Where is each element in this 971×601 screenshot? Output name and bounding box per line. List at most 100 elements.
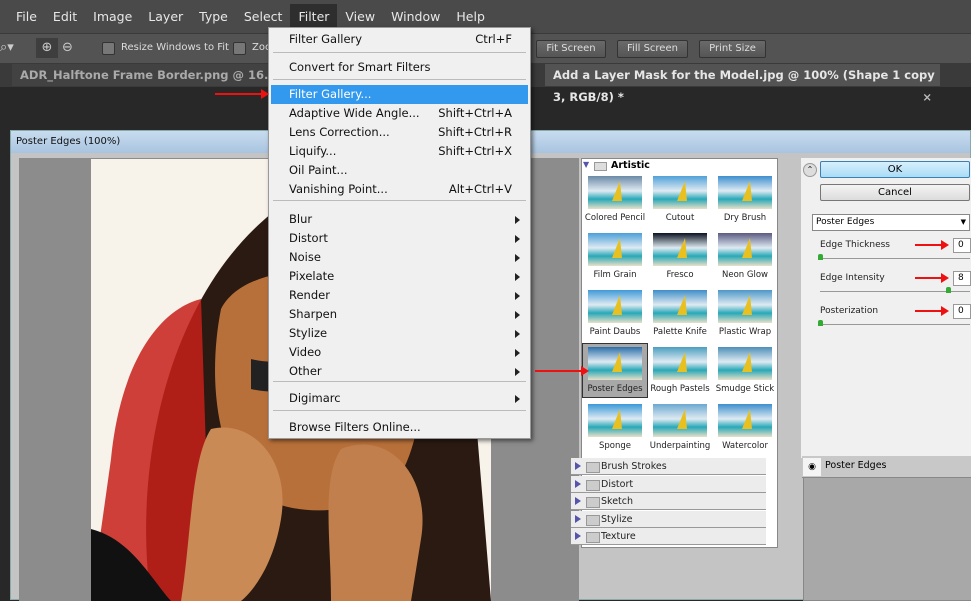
zoom-all-checkbox[interactable] <box>233 42 246 55</box>
fit-screen-button[interactable]: Fit Screen <box>536 40 606 58</box>
close-icon[interactable]: × <box>922 86 932 108</box>
menu-item-sharpen[interactable]: Sharpen <box>271 305 528 324</box>
menu-image[interactable]: Image <box>85 4 140 30</box>
menu-item-other[interactable]: Other <box>271 362 528 381</box>
filter-select[interactable]: Poster Edges ▼ <box>812 214 970 231</box>
filter-thumbnail-paint-daubs[interactable] <box>588 290 642 323</box>
menu-item-distort[interactable]: Distort <box>271 229 528 248</box>
param-value-input[interactable]: 8 <box>953 271 971 286</box>
menu-item-label: Distort <box>289 231 328 245</box>
sailboat-icon <box>742 409 752 429</box>
filter-thumbnail-palette-knife[interactable] <box>653 290 707 323</box>
category-texture[interactable]: Texture <box>571 528 766 545</box>
param-value-input[interactable]: 0 <box>953 238 971 253</box>
filter-thumbnail-colored-pencil[interactable] <box>588 176 642 209</box>
filter-label: Watercolor <box>722 441 768 451</box>
menu-item-vanishing-point[interactable]: Vanishing Point... Alt+Ctrl+V <box>271 180 528 199</box>
menu-item-label: Blur <box>289 212 313 226</box>
menu-select[interactable]: Select <box>236 4 291 30</box>
filter-thumbnail-dry-brush[interactable] <box>718 176 772 209</box>
filter-thumbnail-plastic-wrap[interactable] <box>718 290 772 323</box>
submenu-arrow-icon <box>515 235 520 243</box>
menu-item-noise[interactable]: Noise <box>271 248 528 267</box>
menu-item-lens-correction[interactable]: Lens Correction... Shift+Ctrl+R <box>271 123 528 142</box>
param-label: Posterization <box>820 306 879 316</box>
menu-edit[interactable]: Edit <box>45 4 85 30</box>
menu-separator <box>273 200 526 201</box>
submenu-arrow-icon <box>515 330 520 338</box>
menu-item-adaptive-wide-angle[interactable]: Adaptive Wide Angle... Shift+Ctrl+A <box>271 104 528 123</box>
menu-item-filter-gallery[interactable]: Filter Gallery... <box>271 85 528 104</box>
menu-filter[interactable]: Filter <box>290 3 338 30</box>
collapse-icon[interactable]: ⌃ <box>803 163 817 177</box>
slider-handle[interactable] <box>818 254 823 260</box>
slider-handle[interactable] <box>818 320 823 326</box>
menu-item-stylize[interactable]: Stylize <box>271 324 528 343</box>
menu-item-video[interactable]: Video <box>271 343 528 362</box>
layer-row[interactable]: ◉ Poster Edges <box>802 456 971 478</box>
param-slider[interactable] <box>820 324 970 325</box>
folder-icon <box>594 162 607 171</box>
category-sketch[interactable]: Sketch <box>571 493 766 510</box>
menu-item-browse-filters-online[interactable]: Browse Filters Online... <box>271 418 528 437</box>
menu-separator <box>273 52 526 53</box>
menu-item-label: Sharpen <box>289 307 338 321</box>
sailboat-icon <box>742 181 752 201</box>
filter-thumbnail-sponge[interactable] <box>588 404 642 437</box>
filter-thumbnail-watercolor[interactable] <box>718 404 772 437</box>
menu-item-filter-gallery[interactable]: Filter Gallery Ctrl+F <box>271 30 528 49</box>
filter-thumbnail-smudge-stick[interactable] <box>718 347 772 380</box>
menu-item-label: Adaptive Wide Angle... <box>289 106 420 120</box>
menu-item-pixelate[interactable]: Pixelate <box>271 267 528 286</box>
slider-handle[interactable] <box>946 287 951 293</box>
menu-type[interactable]: Type <box>191 4 236 30</box>
param-slider[interactable] <box>820 258 970 259</box>
zoom-tool-icon[interactable]: ⌕▾ <box>0 40 14 55</box>
menu-item-blur[interactable]: Blur <box>271 210 528 229</box>
menu-file[interactable]: File <box>8 4 45 30</box>
param-value-input[interactable]: 0 <box>953 304 971 319</box>
category-brush-strokes[interactable]: Brush Strokes <box>571 458 766 475</box>
sailboat-icon <box>742 352 752 372</box>
filter-thumbnail-underpainting[interactable] <box>653 404 707 437</box>
resize-windows-checkbox[interactable] <box>102 42 115 55</box>
menu-item-liquify[interactable]: Liquify... Shift+Ctrl+X <box>271 142 528 161</box>
filter-thumbnail-poster-edges[interactable] <box>588 347 642 380</box>
menu-item-oil-paint[interactable]: Oil Paint... <box>271 161 528 180</box>
filter-thumbnail-cutout[interactable] <box>653 176 707 209</box>
filter-thumbnail-neon-glow[interactable] <box>718 233 772 266</box>
tab-layer-mask[interactable]: Add a Layer Mask for the Model.jpg @ 100… <box>545 64 940 104</box>
category-artistic[interactable]: ▼ Artistic <box>583 160 650 171</box>
filter-thumbnail-film-grain[interactable] <box>588 233 642 266</box>
filter-thumbnail-fresco[interactable] <box>653 233 707 266</box>
filter-label: Neon Glow <box>722 270 768 280</box>
filter-thumbnail-rough-pastels[interactable] <box>653 347 707 380</box>
zoom-out-icon[interactable]: ⊖ <box>62 38 73 58</box>
menu-layer[interactable]: Layer <box>140 4 191 30</box>
filter-select-value: Poster Edges <box>816 217 875 227</box>
sailboat-icon <box>612 409 622 429</box>
fill-screen-button[interactable]: Fill Screen <box>617 40 688 58</box>
param-label: Edge Thickness <box>820 240 890 250</box>
filter-label: Smudge Stick <box>715 384 775 394</box>
category-stylize[interactable]: Stylize <box>571 510 766 528</box>
cancel-button[interactable]: Cancel <box>820 184 970 201</box>
submenu-arrow-icon <box>515 349 520 357</box>
sailboat-icon <box>612 238 622 258</box>
menu-item-digimarc[interactable]: Digimarc <box>271 389 528 408</box>
filter-label: Poster Edges <box>587 384 643 394</box>
arrow-annotation <box>915 240 949 250</box>
menu-window[interactable]: Window <box>383 4 448 30</box>
ok-button[interactable]: OK <box>820 161 970 178</box>
filter-label: Underpainting <box>649 441 711 451</box>
menu-view[interactable]: View <box>337 4 383 30</box>
menu-help[interactable]: Help <box>448 4 493 30</box>
category-distort[interactable]: Distort <box>571 475 766 493</box>
menu-item-render[interactable]: Render <box>271 286 528 305</box>
menu-item-label: Filter Gallery... <box>289 87 372 101</box>
menu-item-convert-for-smart-filters[interactable]: Convert for Smart Filters <box>271 58 528 77</box>
print-size-button[interactable]: Print Size <box>699 40 766 58</box>
zoom-in-icon[interactable]: ⊕ <box>36 38 58 58</box>
layer-name: Poster Edges <box>825 460 887 471</box>
eye-icon[interactable]: ◉ <box>803 458 821 476</box>
